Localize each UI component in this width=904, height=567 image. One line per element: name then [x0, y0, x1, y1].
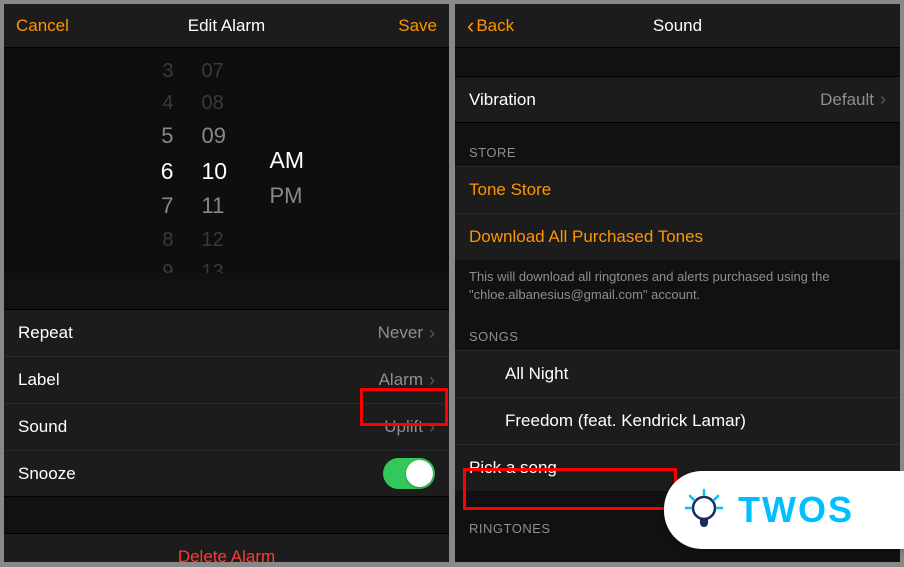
tone-store-row[interactable]: Tone Store — [455, 166, 900, 213]
store-section-footer: This will download all ringtones and ale… — [455, 260, 900, 307]
twos-text: TWOS — [738, 489, 854, 531]
edit-alarm-navbar: Cancel Edit Alarm Save — [4, 4, 449, 48]
label-value: Alarm — [379, 370, 423, 390]
download-tones-link: Download All Purchased Tones — [469, 227, 703, 247]
vibration-value: Default — [820, 90, 874, 110]
sound-navbar: ‹ Back Sound — [455, 4, 900, 48]
save-button[interactable]: Save — [367, 16, 437, 36]
download-tones-row[interactable]: Download All Purchased Tones — [455, 213, 900, 260]
repeat-label: Repeat — [18, 323, 73, 343]
navbar-title: Sound — [653, 16, 702, 36]
vibration-row[interactable]: Vibration Default › — [455, 76, 900, 123]
chevron-right-icon: › — [880, 89, 886, 110]
snooze-label: Snooze — [18, 464, 76, 484]
chevron-left-icon: ‹ — [467, 15, 474, 37]
navbar-title: Edit Alarm — [188, 16, 265, 36]
sound-label: Sound — [18, 417, 67, 437]
time-picker[interactable]: 3 4 5 6 7 8 9 07 08 09 10 11 12 13 — [4, 48, 449, 273]
delete-alarm-button[interactable]: Delete Alarm — [4, 533, 449, 562]
hour-column[interactable]: 3 4 5 6 7 8 9 — [134, 58, 174, 273]
song-item[interactable]: All Night — [455, 350, 900, 397]
songs-section-header: SONGS — [455, 307, 900, 350]
lightbulb-icon — [680, 486, 728, 534]
edit-alarm-screen: Cancel Edit Alarm Save 3 4 5 6 7 8 9 07 … — [4, 4, 449, 562]
ampm-column[interactable]: AM PM — [270, 58, 320, 273]
back-button[interactable]: ‹ Back — [467, 15, 537, 37]
minute-column[interactable]: 07 08 09 10 11 12 13 — [202, 58, 242, 273]
song-item[interactable]: Freedom (feat. Kendrick Lamar) — [455, 397, 900, 444]
repeat-value: Never — [378, 323, 423, 343]
highlight-sound — [360, 388, 448, 426]
repeat-row[interactable]: Repeat Never › — [4, 309, 449, 356]
tone-store-link: Tone Store — [469, 180, 551, 200]
vibration-label: Vibration — [469, 90, 536, 110]
chevron-right-icon: › — [429, 323, 435, 344]
label-label: Label — [18, 370, 60, 390]
twos-badge: TWOS — [664, 471, 904, 549]
highlight-pick-song — [463, 468, 677, 510]
cancel-button[interactable]: Cancel — [16, 16, 86, 36]
store-section-header: STORE — [455, 123, 900, 166]
snooze-row: Snooze — [4, 450, 449, 497]
snooze-toggle[interactable] — [383, 458, 435, 489]
